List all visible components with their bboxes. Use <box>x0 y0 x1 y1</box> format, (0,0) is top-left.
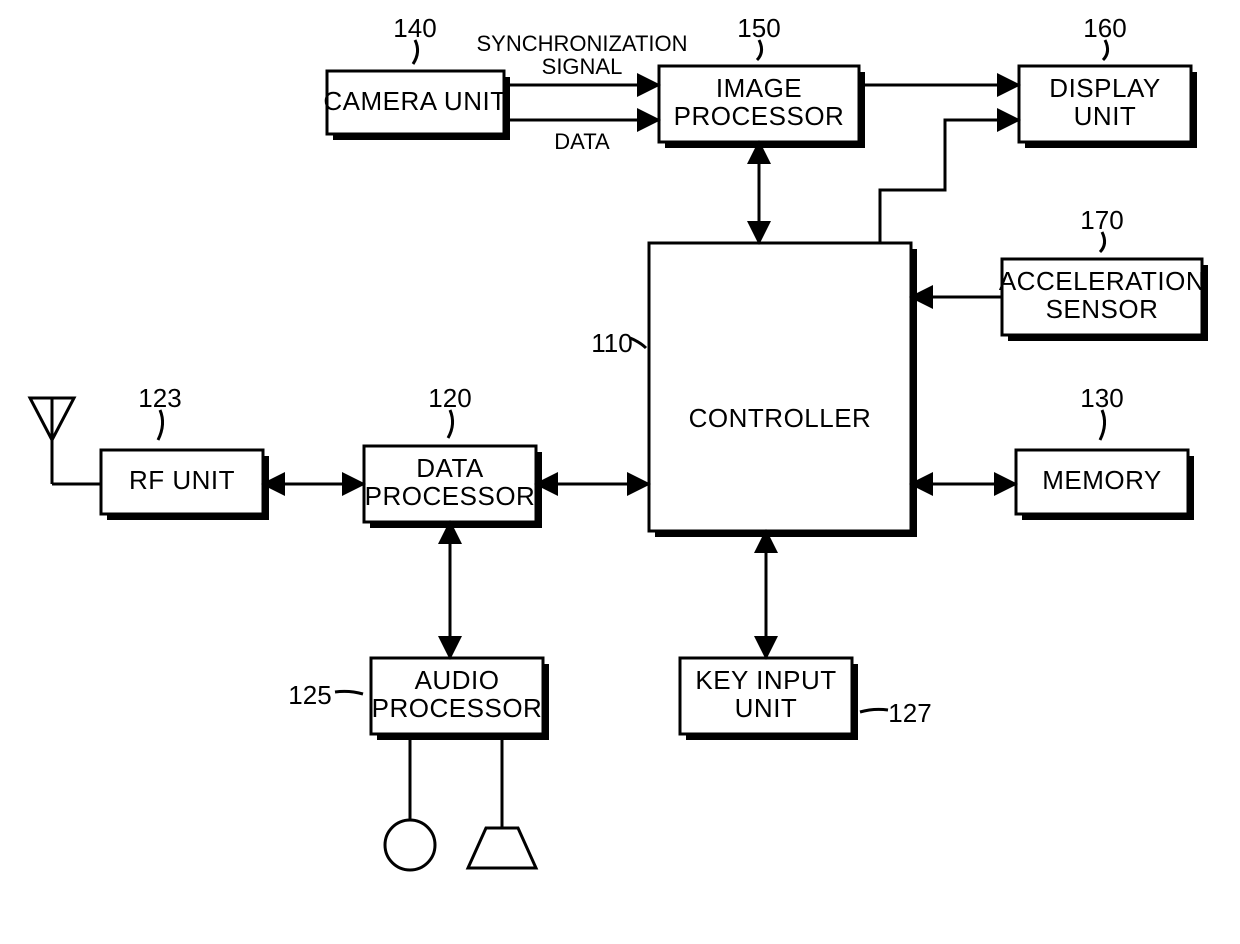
block-rf: RF UNIT <box>101 450 269 520</box>
key-label1: KEY INPUT <box>695 665 836 695</box>
controller-label: CONTROLLER <box>689 403 872 433</box>
data-label1: DATA <box>416 453 484 483</box>
camera-label: CAMERA UNIT <box>323 86 506 116</box>
block-controller: CONTROLLER <box>649 243 917 537</box>
camera-ref: 140 <box>393 13 436 43</box>
leader-camera <box>413 40 418 64</box>
block-memory: MEMORY <box>1016 450 1194 520</box>
block-accel: ACCELERATION SENSOR <box>999 259 1208 341</box>
block-camera: CAMERA UNIT <box>323 71 510 140</box>
antenna-icon <box>30 398 101 484</box>
image-label2: PROCESSOR <box>674 101 845 131</box>
image-ref: 150 <box>737 13 780 43</box>
display-label2: UNIT <box>1074 101 1137 131</box>
leader-memory <box>1100 410 1105 440</box>
accel-label1: ACCELERATION <box>999 266 1205 296</box>
leader-accel <box>1100 232 1105 252</box>
leader-image <box>757 40 762 60</box>
memory-label: MEMORY <box>1042 465 1162 495</box>
memory-ref: 130 <box>1080 383 1123 413</box>
key-ref: 127 <box>888 698 931 728</box>
display-label1: DISPLAY <box>1049 73 1160 103</box>
block-display: DISPLAY UNIT <box>1019 66 1197 148</box>
image-label1: IMAGE <box>716 73 802 103</box>
block-key-input: KEY INPUT UNIT <box>680 658 858 740</box>
speaker-icon <box>468 734 536 868</box>
sync-label1: SYNCHRONIZATION <box>476 31 687 56</box>
key-label2: UNIT <box>735 693 798 723</box>
audio-label2: PROCESSOR <box>372 693 543 723</box>
arrow-controller-display <box>880 120 1019 243</box>
display-ref: 160 <box>1083 13 1126 43</box>
rf-ref: 123 <box>138 383 181 413</box>
audio-label1: AUDIO <box>415 665 500 695</box>
controller-ref: 110 <box>591 328 632 358</box>
block-audio: AUDIO PROCESSOR <box>371 658 549 740</box>
leader-display <box>1103 40 1108 60</box>
rf-label: RF UNIT <box>129 465 235 495</box>
block-data-processor: DATA PROCESSOR <box>364 446 542 528</box>
block-image-processor: IMAGE PROCESSOR <box>659 66 865 148</box>
sync-label2: SIGNAL <box>542 54 623 79</box>
leader-data <box>448 410 453 438</box>
data-ref: 120 <box>428 383 471 413</box>
leader-key <box>860 709 888 712</box>
accel-label2: SENSOR <box>1046 294 1159 324</box>
accel-ref: 170 <box>1080 205 1123 235</box>
leader-rf <box>158 410 163 440</box>
data-signal-label: DATA <box>554 129 610 154</box>
data-label2: PROCESSOR <box>365 481 536 511</box>
microphone-icon <box>385 734 435 870</box>
audio-ref: 125 <box>288 680 331 710</box>
leader-audio <box>335 691 363 694</box>
